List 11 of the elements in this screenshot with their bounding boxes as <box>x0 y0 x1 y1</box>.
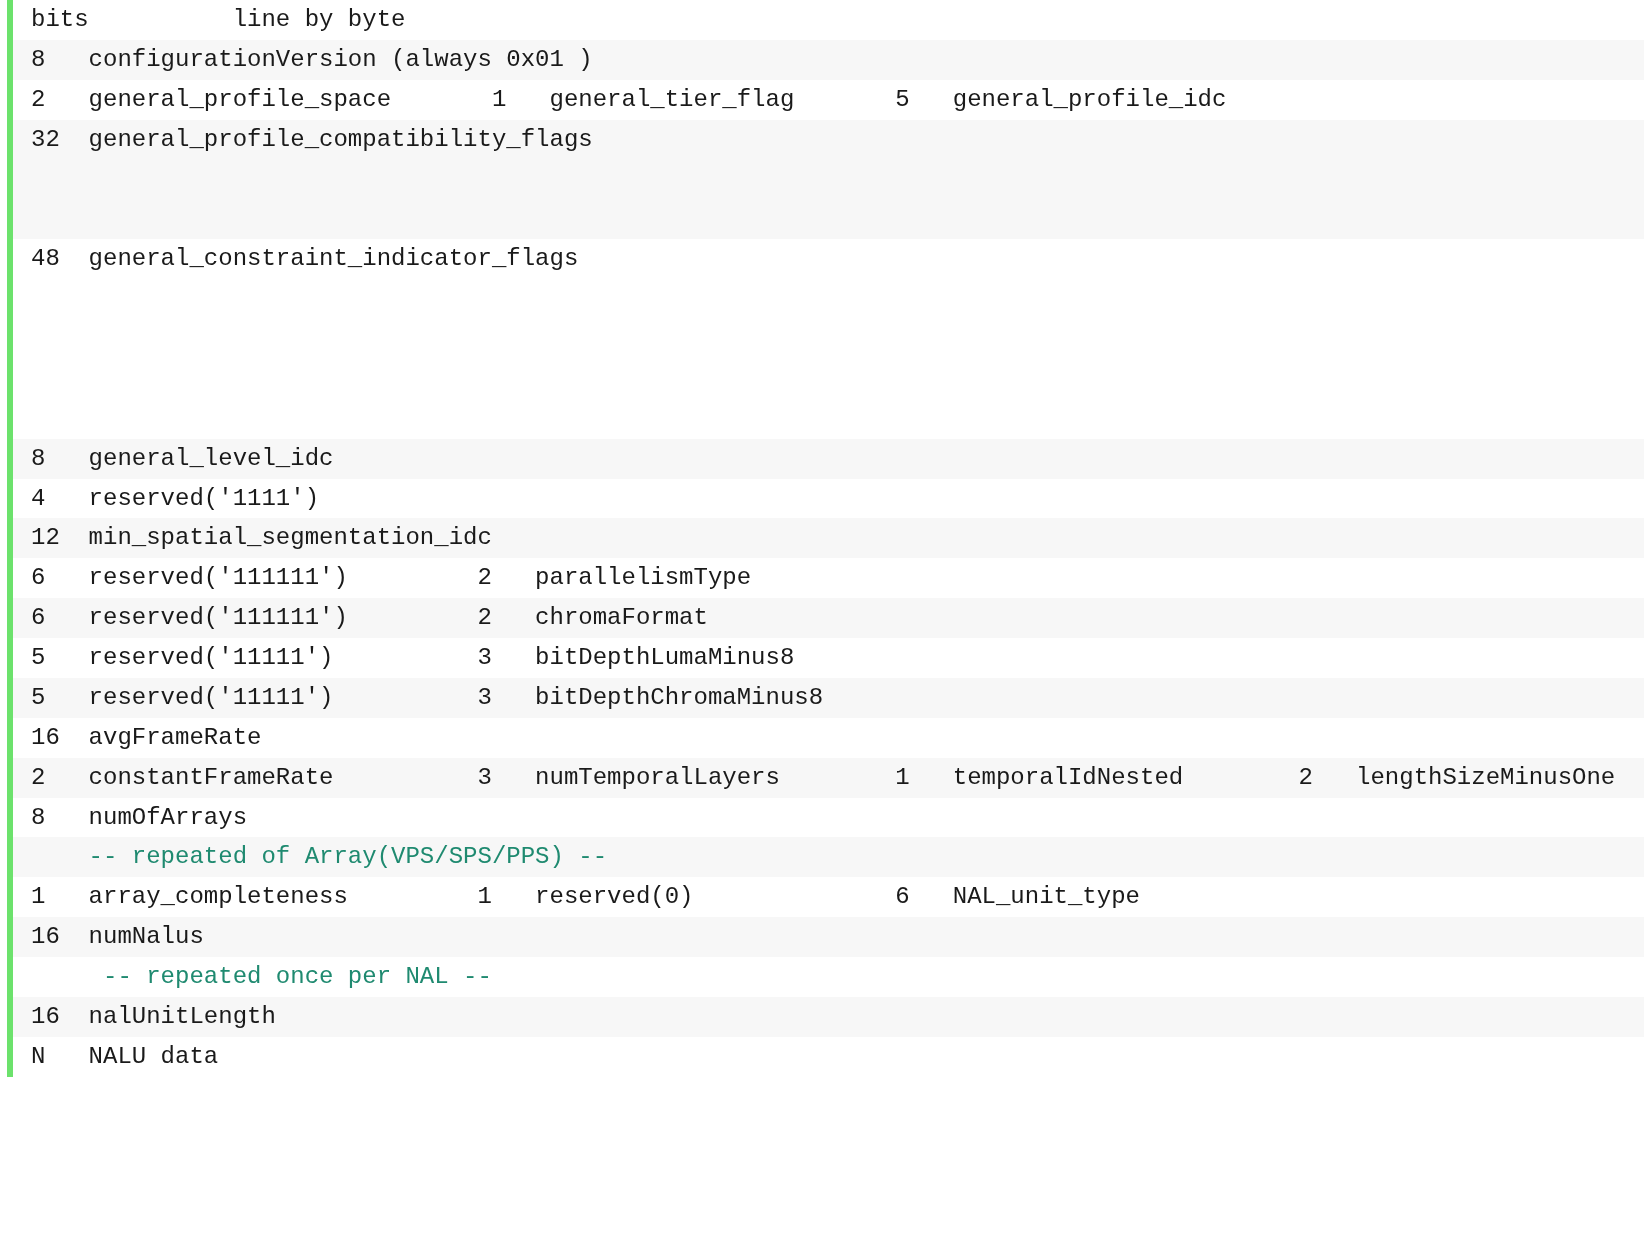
code-line: 1 array_completeness 1 reserved(0) 6 NAL_unit_type <box>30 882 1141 913</box>
code-comment: -- repeated of Array(VPS/SPS/PPS) -- <box>13 837 1644 878</box>
code-line: 8 numOfArrays <box>30 802 249 833</box>
code-comment: -- repeated once per NAL -- <box>102 962 493 992</box>
code-line: 4 reserved('1111') <box>30 483 321 514</box>
code-line: 5 reserved('11111') 3 bitDepthLumaMinus8 <box>30 643 796 673</box>
code-line: 48 general_constraint_indicator_flags <box>30 244 580 275</box>
code-line: 2 general_profile_space 1 general_tier_flag 5 general_profile_idc <box>30 84 1228 115</box>
code-line: 6 reserved('111111') 2 parallelismType <box>30 563 753 594</box>
code-line: 16 avgFrameRate <box>30 722 263 753</box>
code-line: N NALU data <box>30 1041 220 1072</box>
